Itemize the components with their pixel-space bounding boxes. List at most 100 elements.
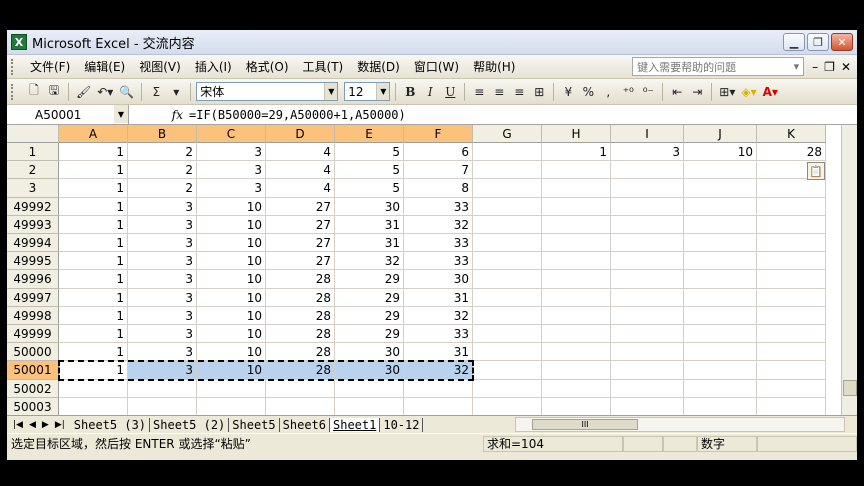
cell[interactable]: 3 <box>128 343 197 362</box>
column-header[interactable]: K <box>757 125 826 143</box>
cell[interactable] <box>757 288 826 307</box>
cell[interactable] <box>473 161 542 180</box>
cell[interactable]: 30 <box>335 343 404 362</box>
cell[interactable]: 3 <box>197 161 266 180</box>
chevron-down-icon[interactable]: ▼ <box>376 83 390 100</box>
cell[interactable] <box>684 288 757 307</box>
vertical-scrollbar[interactable] <box>841 125 857 415</box>
column-header[interactable]: E <box>335 125 404 143</box>
increase-decimal-icon[interactable]: ⁺⁰ <box>619 82 637 102</box>
cell[interactable]: 30 <box>335 197 404 216</box>
name-box[interactable]: A50001 ▼ <box>7 105 129 124</box>
cell[interactable]: 1 <box>59 306 128 325</box>
cell[interactable]: 5 <box>335 179 404 198</box>
cell[interactable] <box>59 397 128 415</box>
doc-minimize-icon[interactable]: – <box>812 60 818 74</box>
cell[interactable] <box>684 270 757 289</box>
cell[interactable]: 30 <box>404 270 473 289</box>
cell[interactable]: 3 <box>128 252 197 271</box>
menu-item[interactable]: 视图(V) <box>132 56 188 77</box>
paste-options-icon[interactable]: 📋 <box>807 162 825 181</box>
currency-icon[interactable]: ¥ <box>559 82 577 102</box>
close-button[interactable]: ✕ <box>831 33 853 51</box>
cell[interactable]: 10 <box>197 361 266 380</box>
row-header[interactable]: 50000 <box>7 343 59 362</box>
cell[interactable]: 28 <box>266 270 335 289</box>
cell[interactable]: 29 <box>335 288 404 307</box>
cell[interactable]: 1 <box>59 179 128 198</box>
cell[interactable] <box>611 197 684 216</box>
cell[interactable] <box>757 215 826 234</box>
fill-color-icon[interactable]: ◈▾ <box>739 82 758 102</box>
cell[interactable]: 3 <box>197 179 266 198</box>
cell[interactable] <box>684 343 757 362</box>
percent-button[interactable]: % <box>579 82 597 102</box>
cell[interactable] <box>611 306 684 325</box>
cell[interactable] <box>197 379 266 398</box>
next-sheet-icon[interactable]: ▶ <box>42 420 49 430</box>
menu-item[interactable]: 工具(T) <box>296 56 351 77</box>
cell[interactable]: 28 <box>266 325 335 344</box>
cell[interactable]: 30 <box>335 361 404 380</box>
menu-item[interactable]: 帮助(H) <box>466 56 522 77</box>
cell[interactable] <box>611 161 684 180</box>
last-sheet-icon[interactable]: ▶| <box>55 420 65 430</box>
cell[interactable]: 28 <box>266 288 335 307</box>
cell[interactable]: 33 <box>404 325 473 344</box>
cell[interactable]: 10 <box>684 143 757 162</box>
row-header[interactable]: 49995 <box>7 252 59 271</box>
cell[interactable]: 2 <box>128 179 197 198</box>
menu-item[interactable]: 窗口(W) <box>407 56 466 77</box>
cell[interactable]: 1 <box>59 234 128 253</box>
cell[interactable]: 33 <box>404 252 473 271</box>
cell[interactable] <box>266 397 335 415</box>
save-icon[interactable]: 🖫 <box>45 82 63 102</box>
cell[interactable]: 1 <box>59 197 128 216</box>
cell[interactable]: 31 <box>404 288 473 307</box>
cell[interactable] <box>404 379 473 398</box>
cell[interactable]: 1 <box>59 361 128 380</box>
cell[interactable]: 1 <box>59 215 128 234</box>
doc-restore-icon[interactable]: ❐ <box>824 60 835 74</box>
cell[interactable] <box>473 197 542 216</box>
cell[interactable]: 10 <box>197 288 266 307</box>
cell[interactable] <box>128 379 197 398</box>
column-header[interactable]: A <box>59 125 128 143</box>
cell[interactable] <box>684 379 757 398</box>
cell[interactable] <box>542 306 611 325</box>
cell[interactable]: 3 <box>611 143 684 162</box>
cell[interactable]: 29 <box>335 270 404 289</box>
help-search-input[interactable]: 键入需要帮助的问题 ▾ <box>632 57 805 76</box>
cell[interactable] <box>684 306 757 325</box>
cell[interactable] <box>266 379 335 398</box>
cell[interactable]: 10 <box>197 197 266 216</box>
cell[interactable]: 3 <box>128 234 197 253</box>
column-header[interactable]: H <box>542 125 611 143</box>
cell[interactable] <box>611 252 684 271</box>
cell[interactable]: 3 <box>128 288 197 307</box>
row-header[interactable]: 50001 <box>7 361 59 380</box>
cell[interactable]: 28 <box>266 306 335 325</box>
borders-icon[interactable]: ⊞▾ <box>717 82 737 102</box>
cell[interactable] <box>473 215 542 234</box>
cell[interactable] <box>542 379 611 398</box>
column-header[interactable]: C <box>197 125 266 143</box>
cell[interactable] <box>542 270 611 289</box>
cell[interactable] <box>757 379 826 398</box>
cell[interactable] <box>757 270 826 289</box>
autosum-button[interactable]: Σ <box>147 82 165 102</box>
cell[interactable]: 5 <box>335 161 404 180</box>
cell[interactable] <box>59 379 128 398</box>
cell[interactable]: 4 <box>266 179 335 198</box>
cell[interactable]: 32 <box>404 215 473 234</box>
cell[interactable]: 31 <box>335 215 404 234</box>
cell[interactable]: 1 <box>59 270 128 289</box>
minimize-button[interactable]: ▁ <box>783 33 805 51</box>
cell[interactable]: 10 <box>197 325 266 344</box>
cell[interactable] <box>611 234 684 253</box>
cell[interactable] <box>473 143 542 162</box>
select-all-corner[interactable] <box>7 125 59 143</box>
research-icon[interactable]: 🔍 <box>117 82 136 102</box>
sheet-tab[interactable]: Sheet5 (3) <box>71 417 151 432</box>
cell[interactable]: 27 <box>266 197 335 216</box>
